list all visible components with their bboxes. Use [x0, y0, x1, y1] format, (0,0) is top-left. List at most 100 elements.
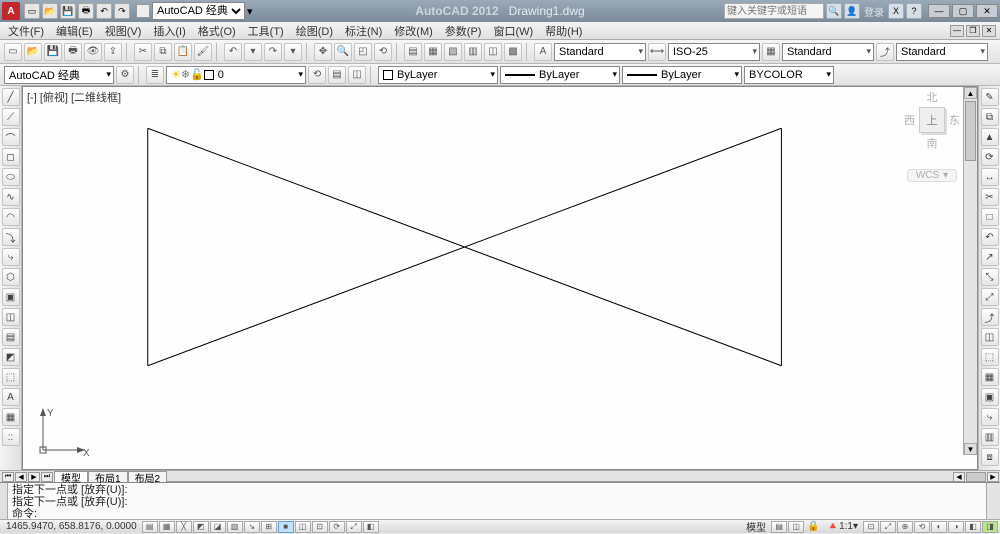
layer-state-icon[interactable]: ▤ [328, 66, 346, 84]
modify-fillet-icon[interactable]: ▦ [981, 368, 999, 386]
workspace-selector-top[interactable]: AutoCAD 经典 ▾ [136, 2, 253, 20]
status-annoscale-icon[interactable]: 🔒 [805, 521, 821, 532]
modify-trim-icon[interactable]: ⤡ [981, 268, 999, 286]
menu-help[interactable]: 帮助(H) [541, 23, 586, 39]
menu-format[interactable]: 格式(O) [194, 23, 240, 39]
tab-layout2[interactable]: 布局2 [128, 471, 168, 482]
viewcube-wcs[interactable]: WCS▾ [907, 169, 957, 182]
qat-undo-icon[interactable]: ↶ [96, 3, 112, 19]
modify-offset-icon[interactable]: ⟳ [981, 148, 999, 166]
modify-break-icon[interactable]: ⤴ [981, 308, 999, 326]
open-icon[interactable]: 📂 [24, 43, 42, 61]
zoom-window-icon[interactable]: ◰ [354, 43, 372, 61]
tablestyle-icon[interactable]: ▦ [762, 43, 780, 61]
statusr-b-icon[interactable]: ◫ [788, 521, 804, 533]
modify-array-icon[interactable]: ↔ [981, 168, 999, 186]
draw-gradient-icon[interactable]: ◩ [2, 348, 20, 366]
status-qp-icon[interactable]: ⟳ [329, 521, 345, 533]
workspace-dropdown-top[interactable]: AutoCAD 经典 [152, 2, 245, 20]
viewcube-top[interactable]: 上 [919, 107, 945, 133]
modify-scale-icon[interactable]: ↶ [981, 228, 999, 246]
hscroll-thumb[interactable] [966, 472, 986, 482]
plotstyle-combo[interactable]: BYCOLOR [744, 66, 834, 84]
exchange-icon[interactable]: X [888, 3, 904, 19]
command-window[interactable]: 指定下一点或 [放弃(U)]: 指定下一点或 [放弃(U)]: 命令: [0, 482, 1000, 519]
paste-icon[interactable]: 📋 [174, 43, 192, 61]
save-icon[interactable]: 💾 [44, 43, 62, 61]
draw-block-icon[interactable]: ▣ [2, 288, 20, 306]
qat-new-icon[interactable]: ▭ [24, 3, 40, 19]
qcalc-icon[interactable]: ▩ [504, 43, 522, 61]
statusr-clean-icon[interactable]: ◨ [982, 521, 998, 533]
layer-combo[interactable]: ☀❄🔓0 [166, 66, 306, 84]
status-ortho-icon[interactable]: ╳ [176, 521, 192, 533]
cmd-prompt[interactable]: 命令: [12, 508, 982, 520]
layer-manager-icon[interactable]: ≣ [146, 66, 164, 84]
status-snap-icon[interactable]: ▤ [142, 521, 158, 533]
status-space[interactable]: 模型 [742, 519, 770, 534]
dimstyle-icon[interactable]: ⟷ [648, 43, 666, 61]
viewcube-north[interactable]: 北 [927, 89, 938, 105]
viewcube-south[interactable]: 南 [927, 135, 938, 151]
qat-print-icon[interactable]: 🖶 [78, 3, 94, 19]
minimize-button[interactable]: — [928, 4, 950, 18]
zoom-realtime-icon[interactable]: 🔍 [334, 43, 352, 61]
menu-parametric[interactable]: 参数(P) [441, 23, 486, 39]
preview-icon[interactable]: 👁 [84, 43, 102, 61]
tab-layout1[interactable]: 布局1 [88, 471, 128, 482]
statusr-d-icon[interactable]: ⤢ [880, 521, 896, 533]
status-polar-icon[interactable]: ◩ [193, 521, 209, 533]
statusr-a-icon[interactable]: ▤ [771, 521, 787, 533]
draw-xline-icon[interactable]: ⟋ [2, 108, 20, 126]
publish-icon[interactable]: ⇪ [104, 43, 122, 61]
statusr-i-icon[interactable]: ◧ [965, 521, 981, 533]
statusr-g-icon[interactable]: ◐ [931, 521, 947, 533]
menu-dimension[interactable]: 标注(N) [341, 23, 386, 39]
status-3dosnap-icon[interactable]: ▨ [227, 521, 243, 533]
menu-window[interactable]: 窗口(W) [489, 23, 537, 39]
dimstyle-combo[interactable]: ISO-25 [668, 43, 760, 61]
search-icon[interactable]: 🔍 [826, 3, 842, 19]
tablestyle-combo[interactable]: Standard [782, 43, 874, 61]
infocenter-search-input[interactable] [724, 3, 824, 19]
status-ducs-icon[interactable]: ⊞ [261, 521, 277, 533]
mdi-close-button[interactable]: ✕ [982, 25, 996, 37]
copy-icon[interactable]: ⧉ [154, 43, 172, 61]
draw-ellipse-icon[interactable]: ⬡ [2, 268, 20, 286]
tab-nav-last-icon[interactable]: ⏭ [41, 472, 53, 482]
statusr-f-icon[interactable]: ⟲ [914, 521, 930, 533]
scroll-up-icon[interactable]: ▲ [964, 87, 977, 99]
viewcube[interactable]: 北 西 上 东 南 WCS▾ [897, 89, 967, 189]
mdi-restore-button[interactable]: ❐ [966, 25, 980, 37]
modify-explode-icon[interactable]: ▣ [981, 388, 999, 406]
tab-model[interactable]: 模型 [54, 471, 88, 482]
properties-icon[interactable]: ▤ [404, 43, 422, 61]
hscroll-right-icon[interactable]: ▶ [987, 472, 999, 482]
modify-a-icon[interactable]: ⤷ [981, 408, 999, 426]
modify-rotate-icon[interactable]: □ [981, 208, 999, 226]
signin-icon[interactable]: 👤 [844, 3, 860, 19]
viewcube-west[interactable]: 西 [904, 112, 915, 128]
match-icon[interactable]: 🖌 [194, 43, 212, 61]
modify-copy-icon[interactable]: ⧉ [981, 108, 999, 126]
viewcube-east[interactable]: 东 [949, 112, 960, 128]
qat-more-icon[interactable]: ▾ [247, 5, 253, 18]
menu-view[interactable]: 视图(V) [101, 23, 146, 39]
draw-rectangle-icon[interactable]: ⬭ [2, 168, 20, 186]
app-menu-icon[interactable]: A [2, 2, 20, 20]
menu-modify[interactable]: 修改(M) [390, 23, 437, 39]
cut-icon[interactable]: ✂ [134, 43, 152, 61]
status-dyn-icon[interactable]: ■ [278, 521, 294, 533]
statusr-e-icon[interactable]: ⊕ [897, 521, 913, 533]
status-osnap-icon[interactable]: ◪ [210, 521, 226, 533]
mleaderstyle-combo[interactable]: Standard [896, 43, 988, 61]
hscroll-left-icon[interactable]: ◀ [953, 472, 965, 482]
tab-nav-next-icon[interactable]: ▶ [28, 472, 40, 482]
modify-extend-icon[interactable]: ⤢ [981, 288, 999, 306]
status-coords[interactable]: 1465.9470, 658.8176, 0.0000 [2, 521, 141, 532]
toolpalette-icon[interactable]: ▧ [444, 43, 462, 61]
markup-icon[interactable]: ◫ [484, 43, 502, 61]
drawing-canvas[interactable]: [-] [俯视] [二维线框] Y X 北 [22, 86, 978, 470]
new-icon[interactable]: ▭ [4, 43, 22, 61]
mdi-minimize-button[interactable]: — [950, 25, 964, 37]
